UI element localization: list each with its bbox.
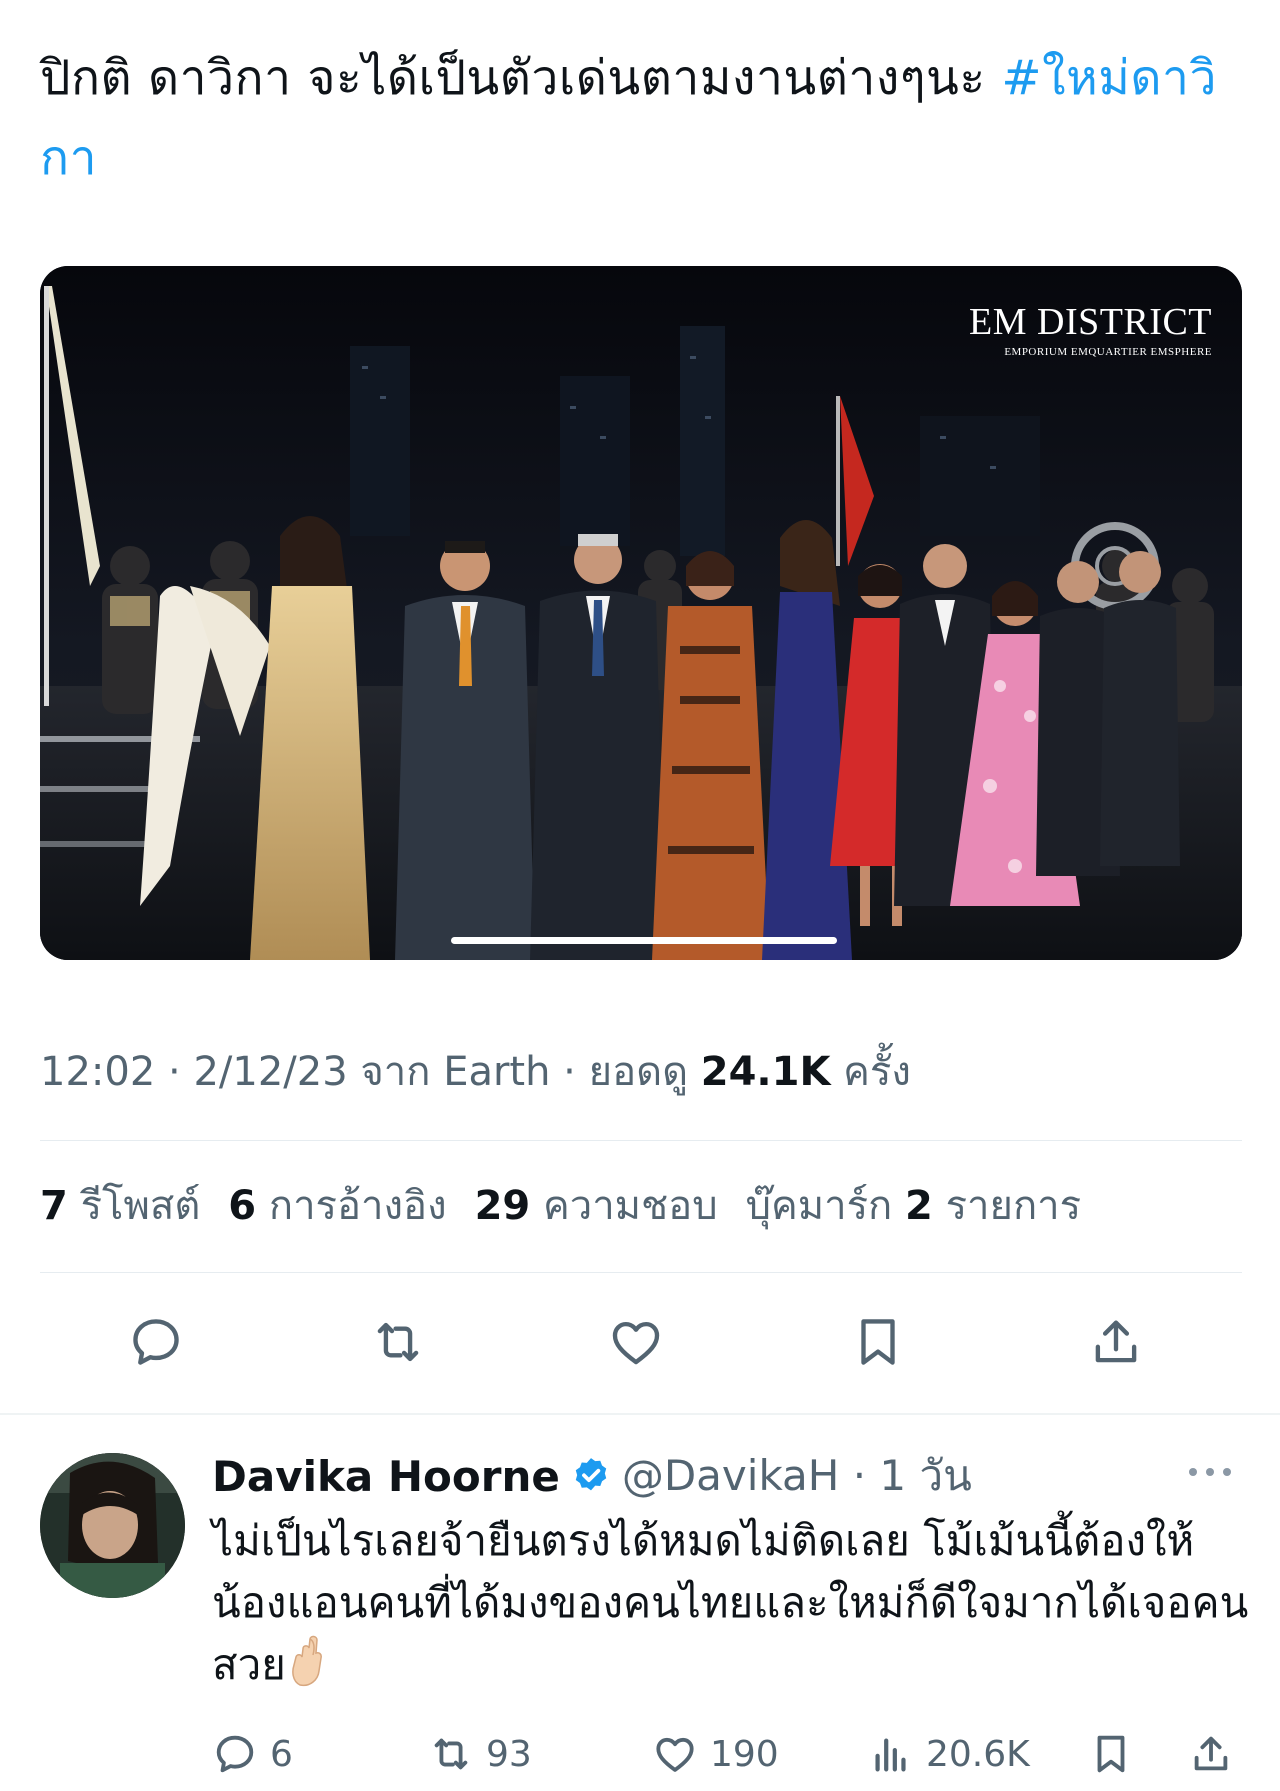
tweet-date[interactable]: 2/12/23 [193,1049,347,1095]
tweet-source: Earth [443,1049,551,1095]
more-options-button[interactable] [1180,1452,1240,1492]
em-district-watermark: EM DISTRICT EMPORIUM EMQUARTIER EMSPHERE [969,300,1212,360]
reply-header: Davika Hoorne @DavikaH · 1 วัน [212,1446,972,1506]
verified-badge-icon [570,1455,612,1497]
tweet-meta: 12:02 · 2/12/23 จาก Earth · ยอดดู 24.1K … [40,1049,911,1095]
avatar[interactable] [40,1453,185,1598]
reply-share-button[interactable] [1188,1726,1246,1782]
quotes-count: 6 [228,1183,257,1229]
views-prefix: ยอดดู [588,1049,689,1095]
reply-reposts-count: 93 [486,1733,532,1775]
tweet-stats: 7 รีโพสต์ 6 การอ้างอิง 29 ความชอบ บุ๊คมาร์ก… [40,1178,1081,1234]
reposts-label: รีโพสต์ [80,1183,201,1229]
quotes-label: การอ้างอิง [268,1183,447,1229]
quotes-stat[interactable]: 6 การอ้างอิง [228,1183,446,1229]
views-chart-icon [875,1738,906,1772]
reposts-stat[interactable]: 7 รีโพสต์ [40,1183,200,1229]
reply-repost-button[interactable]: 93 [428,1726,532,1782]
like-icon [656,1737,694,1772]
likes-count: 29 [474,1183,531,1229]
reply-action-bar: 6 93 190 20.6K [0,1726,1280,1782]
bookmarks-suffix: รายการ [945,1183,1082,1229]
reply-bookmark-button[interactable] [1088,1726,1146,1782]
bookmarks-label: บุ๊คมาร์ก [745,1183,893,1229]
repost-icon [377,1322,419,1362]
reply-author-name[interactable]: Davika Hoorne [212,1452,560,1501]
source-prefix: จาก [360,1049,431,1095]
views-count: 24.1K [700,1049,831,1095]
tweet-time[interactable]: 12:02 [40,1049,155,1095]
reply-handle-text: @DavikaH [621,1451,840,1500]
reply-time: 1 วัน [879,1451,972,1500]
event-photo [40,266,1242,960]
share-button[interactable] [1084,1310,1148,1374]
divider [40,1272,1242,1273]
tweet-media-video[interactable]: EM DISTRICT EMPORIUM EMQUARTIER EMSPHERE [40,266,1242,960]
crossed-fingers-emoji [286,1635,330,1687]
reply-icon [133,1319,179,1365]
reposts-count: 7 [40,1183,68,1229]
reply-replies-count: 6 [270,1733,293,1775]
bookmarks-count: 2 [905,1183,933,1229]
tweet-action-bar [0,1310,1280,1374]
avatar-image [40,1453,185,1598]
thread-divider [0,1413,1280,1415]
tweet-body: ปิกติ ดาวิกา จะได้เป็นตัวเด่นตามงานต่างๆ… [40,50,1002,106]
views-suffix: ครั้ง [843,1049,911,1095]
reply-views-count: 20.6K [926,1733,1030,1775]
bookmarks-stat[interactable]: บุ๊คมาร์ก 2 รายการ [746,1183,1082,1229]
reply-body: ไม่เป็นไรเลยจ้ายืนตรงได้หมดไม่ติดเลย โม้… [212,1516,1249,1689]
repost-button[interactable] [366,1310,430,1374]
video-progress-scrubber[interactable] [451,937,837,944]
likes-stat[interactable]: 29 ความชอบ [475,1183,718,1229]
reply-icon [216,1735,254,1773]
reply-like-button[interactable]: 190 [652,1726,779,1782]
bookmark-button[interactable] [846,1310,910,1374]
tweet-text: ปิกติ ดาวิกา จะได้เป็นตัวเด่นตามงานต่างๆ… [40,38,1240,198]
watermark-subtitle: EMPORIUM EMQUARTIER EMSPHERE [1004,346,1212,358]
reply-button[interactable] [124,1310,188,1374]
repost-icon [434,1738,468,1770]
reply-reply-button[interactable]: 6 [212,1726,293,1782]
reply-text: ไม่เป็นไรเลยจ้ายืนตรงได้หมดไม่ติดเลย โม้… [212,1510,1252,1696]
reply-views-button[interactable]: 20.6K [868,1726,1030,1782]
likes-label: ความชอบ [542,1183,718,1229]
reply-likes-count: 190 [710,1733,779,1775]
share-icon [1095,1320,1137,1363]
bookmark-icon [1097,1735,1125,1773]
like-button[interactable] [604,1310,668,1374]
watermark-title: EM DISTRICT [969,301,1212,343]
share-icon [1194,1736,1228,1771]
bookmark-icon [861,1319,895,1365]
divider [40,1140,1242,1141]
like-icon [612,1321,660,1365]
more-dots-icon [1189,1468,1231,1476]
reply-handle[interactable]: @DavikaH · 1 วัน [622,1443,972,1509]
